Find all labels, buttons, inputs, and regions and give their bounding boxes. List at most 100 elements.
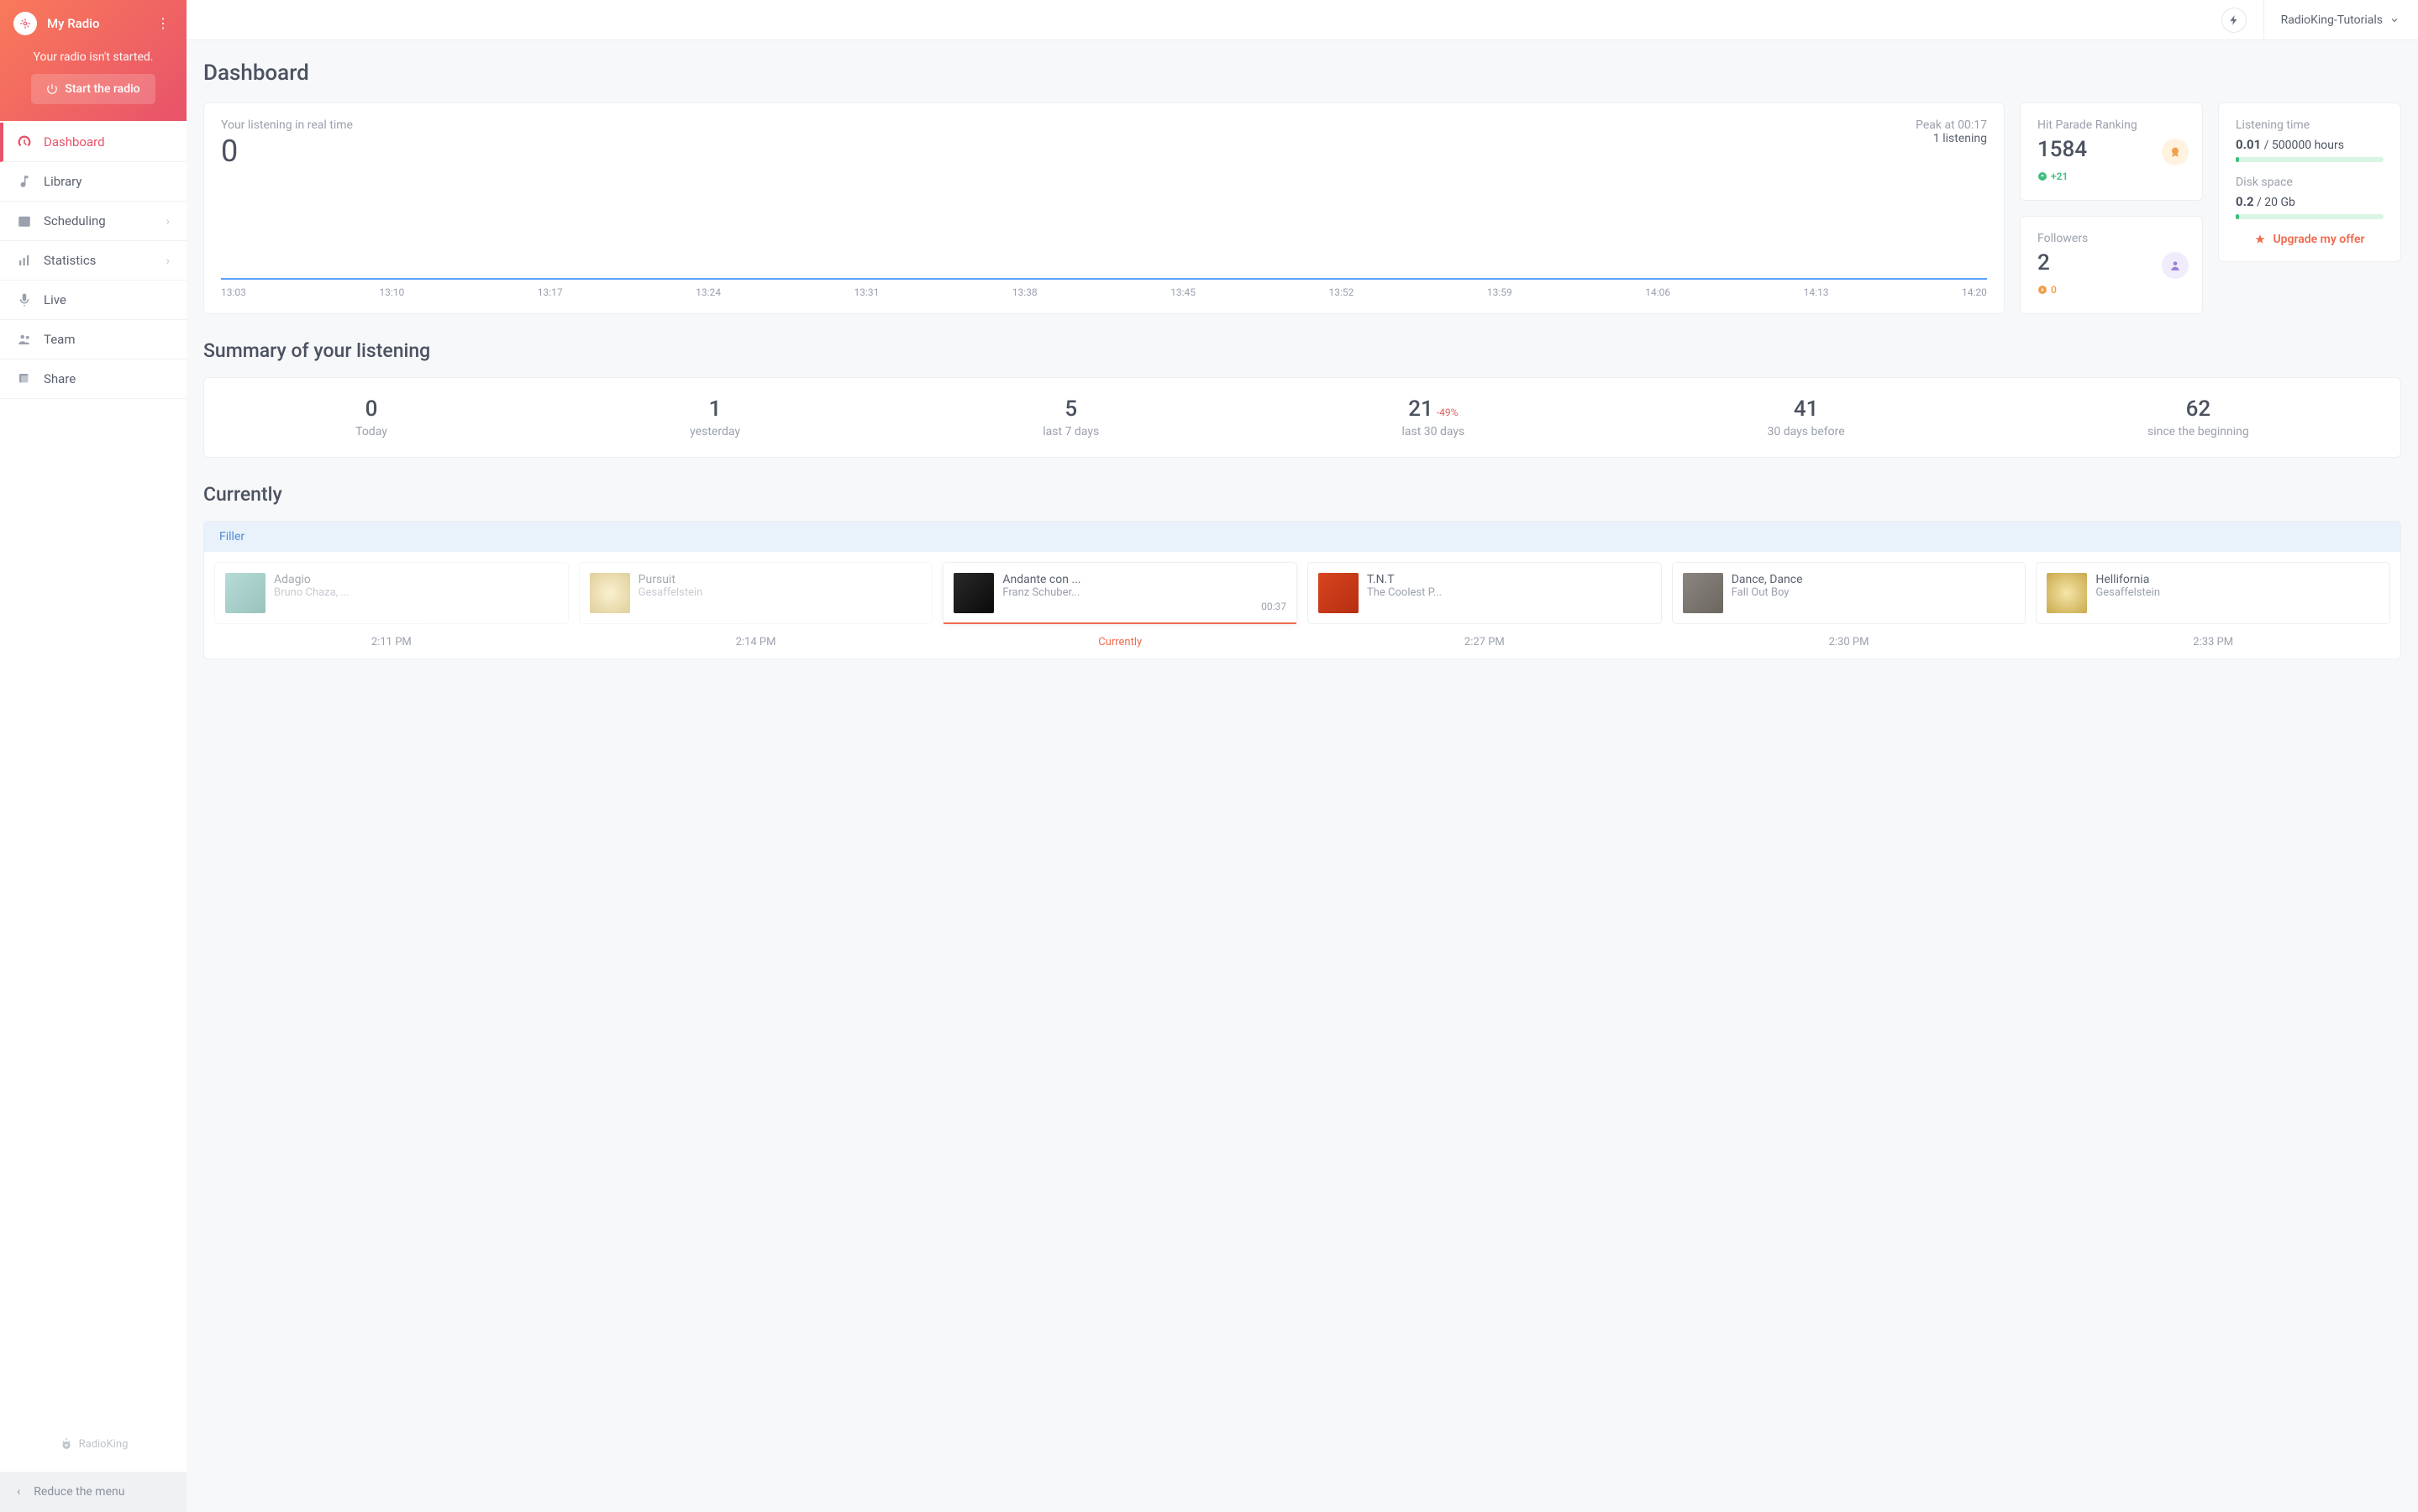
chart-icon <box>17 253 32 268</box>
track-title: Pursuit <box>639 573 923 586</box>
radio-name: My Radio <box>47 16 143 31</box>
sidebar-nav: Dashboard Library Scheduling › Statistic… <box>0 121 187 1420</box>
chevron-down-icon <box>2389 15 2400 25</box>
track-title: Dance, Dance <box>1732 573 2016 586</box>
time-tick: 13:59 <box>1487 286 1512 298</box>
track-card-current[interactable]: Andante con ... Franz Schuber... 00:37 <box>943 562 1297 624</box>
disk-space-bar <box>2236 214 2384 219</box>
start-radio-button[interactable]: Start the radio <box>31 74 155 104</box>
listening-time-value: 0.01 / 500000 hours <box>2236 137 2384 152</box>
track-time: 2:30 PM <box>1672 636 2026 648</box>
time-tick: 13:52 <box>1329 286 1354 298</box>
time-tick: 14:20 <box>1962 286 1987 298</box>
dashboard-icon <box>17 134 32 150</box>
upgrade-label: Upgrade my offer <box>2273 233 2364 246</box>
time-tick: 13:45 <box>1170 286 1196 298</box>
track-artist: Fall Out Boy <box>1732 586 2016 599</box>
followers-label: Followers <box>2037 232 2185 245</box>
music-icon <box>17 174 32 189</box>
album-art <box>2047 573 2087 613</box>
nav-live[interactable]: Live <box>0 281 187 320</box>
bolt-icon <box>2228 14 2240 26</box>
summary-yesterday: 1 yesterday <box>690 396 740 438</box>
nav-dashboard[interactable]: Dashboard <box>0 123 187 162</box>
summary-today: 0 Today <box>355 396 387 438</box>
hitparade-label: Hit Parade Ranking <box>2037 118 2185 132</box>
sidebar: My Radio ⋮ Your radio isn't started. Sta… <box>0 0 187 1512</box>
album-art <box>225 573 265 613</box>
album-art <box>1683 573 1723 613</box>
track-title: Andante con ... <box>1002 573 1286 586</box>
time-tick: 13:38 <box>1012 286 1038 298</box>
nav-library[interactable]: Library <box>0 162 187 202</box>
realtime-peak: Peak at 00:17 <box>1916 118 1987 132</box>
nav-label: Library <box>44 174 81 189</box>
chevron-right-icon: › <box>166 213 170 228</box>
currently-panel: Filler Adagio Bruno Chaza, ... <box>203 521 2401 659</box>
track-card[interactable]: T.N.T The Coolest P... <box>1307 562 1662 624</box>
power-icon <box>46 83 58 95</box>
hitparade-card: Hit Parade Ranking 1584 +21 <box>2020 102 2203 201</box>
kebab-menu-icon[interactable]: ⋮ <box>153 13 173 34</box>
track-time: 2:14 PM <box>579 636 933 648</box>
album-art <box>1318 573 1359 613</box>
brand-footer-label: RadioKing <box>79 1438 129 1451</box>
followers-card: Followers 2 0 <box>2020 216 2203 314</box>
radioking-logo-icon <box>59 1436 74 1452</box>
nav-label: Scheduling <box>44 213 106 228</box>
nav-label: Statistics <box>44 253 96 268</box>
track-artist: The Coolest P... <box>1367 586 1651 599</box>
sidebar-header: My Radio ⋮ Your radio isn't started. Sta… <box>0 0 187 121</box>
quick-actions-button[interactable] <box>2221 8 2247 33</box>
calendar-icon <box>17 213 32 228</box>
nav-label: Team <box>44 332 76 347</box>
nav-scheduling[interactable]: Scheduling › <box>0 202 187 241</box>
album-art <box>954 573 994 613</box>
page-title: Dashboard <box>203 60 2401 86</box>
nav-team[interactable]: Team <box>0 320 187 360</box>
track-artist: Gesaffelstein <box>2095 586 2379 599</box>
chevron-right-icon: › <box>166 253 170 268</box>
microphone-icon <box>17 292 32 307</box>
track-artist: Gesaffelstein <box>639 586 923 599</box>
share-icon <box>17 371 32 386</box>
track-artist: Bruno Chaza, ... <box>274 586 558 599</box>
track-card[interactable]: Hellifornia Gesaffelstein <box>2036 562 2390 624</box>
upgrade-offer-button[interactable]: Upgrade my offer <box>2236 233 2384 246</box>
nav-statistics[interactable]: Statistics › <box>0 241 187 281</box>
track-artist: Franz Schuber... <box>1002 586 1286 599</box>
quota-card: Listening time 0.01 / 500000 hours Disk … <box>2218 102 2401 262</box>
team-icon <box>17 332 32 347</box>
summary-beginning: 62 since the beginning <box>2147 396 2249 438</box>
account-dropdown[interactable]: RadioKing-Tutorials <box>2263 0 2400 39</box>
disk-space-label: Disk space <box>2236 176 2384 189</box>
summary-30days: 21-49% last 30 days <box>1401 396 1464 438</box>
track-elapsed: 00:37 <box>1002 601 1286 612</box>
reduce-menu-label: Reduce the menu <box>34 1485 124 1499</box>
currently-title: Currently <box>203 483 2401 506</box>
realtime-card: Your listening in real time 0 Peak at 00… <box>203 102 2005 314</box>
nav-label: Dashboard <box>44 134 105 150</box>
radio-avatar <box>13 12 37 35</box>
time-tick: 14:13 <box>1804 286 1829 298</box>
track-card[interactable]: Dance, Dance Fall Out Boy <box>1672 562 2026 624</box>
chevron-left-icon: ‹ <box>17 1485 20 1499</box>
track-card[interactable]: Pursuit Gesaffelstein <box>579 562 933 624</box>
hitparade-delta: +21 <box>2037 171 2068 182</box>
reduce-menu-button[interactable]: ‹ Reduce the menu <box>0 1472 187 1512</box>
nav-label: Share <box>44 371 76 386</box>
disk-space-value: 0.2 / 20 Gb <box>2236 194 2384 209</box>
brand-footer: RadioKing <box>0 1420 187 1472</box>
realtime-value: 0 <box>221 134 353 169</box>
filler-label: Filler <box>204 522 2400 552</box>
star-icon <box>2254 234 2266 245</box>
nav-share[interactable]: Share <box>0 360 187 399</box>
arrow-up-icon <box>2037 171 2047 181</box>
summary-card: 0 Today 1 yesterday 5 last 7 days 21-49%… <box>203 377 2401 458</box>
track-card[interactable]: Adagio Bruno Chaza, ... <box>214 562 569 624</box>
track-time: Currently <box>943 636 1297 648</box>
start-radio-label: Start the radio <box>65 82 139 96</box>
summary-delta: -49% <box>1437 407 1459 418</box>
time-tick: 13:03 <box>221 286 246 298</box>
summary-7days: 5 last 7 days <box>1043 396 1099 438</box>
